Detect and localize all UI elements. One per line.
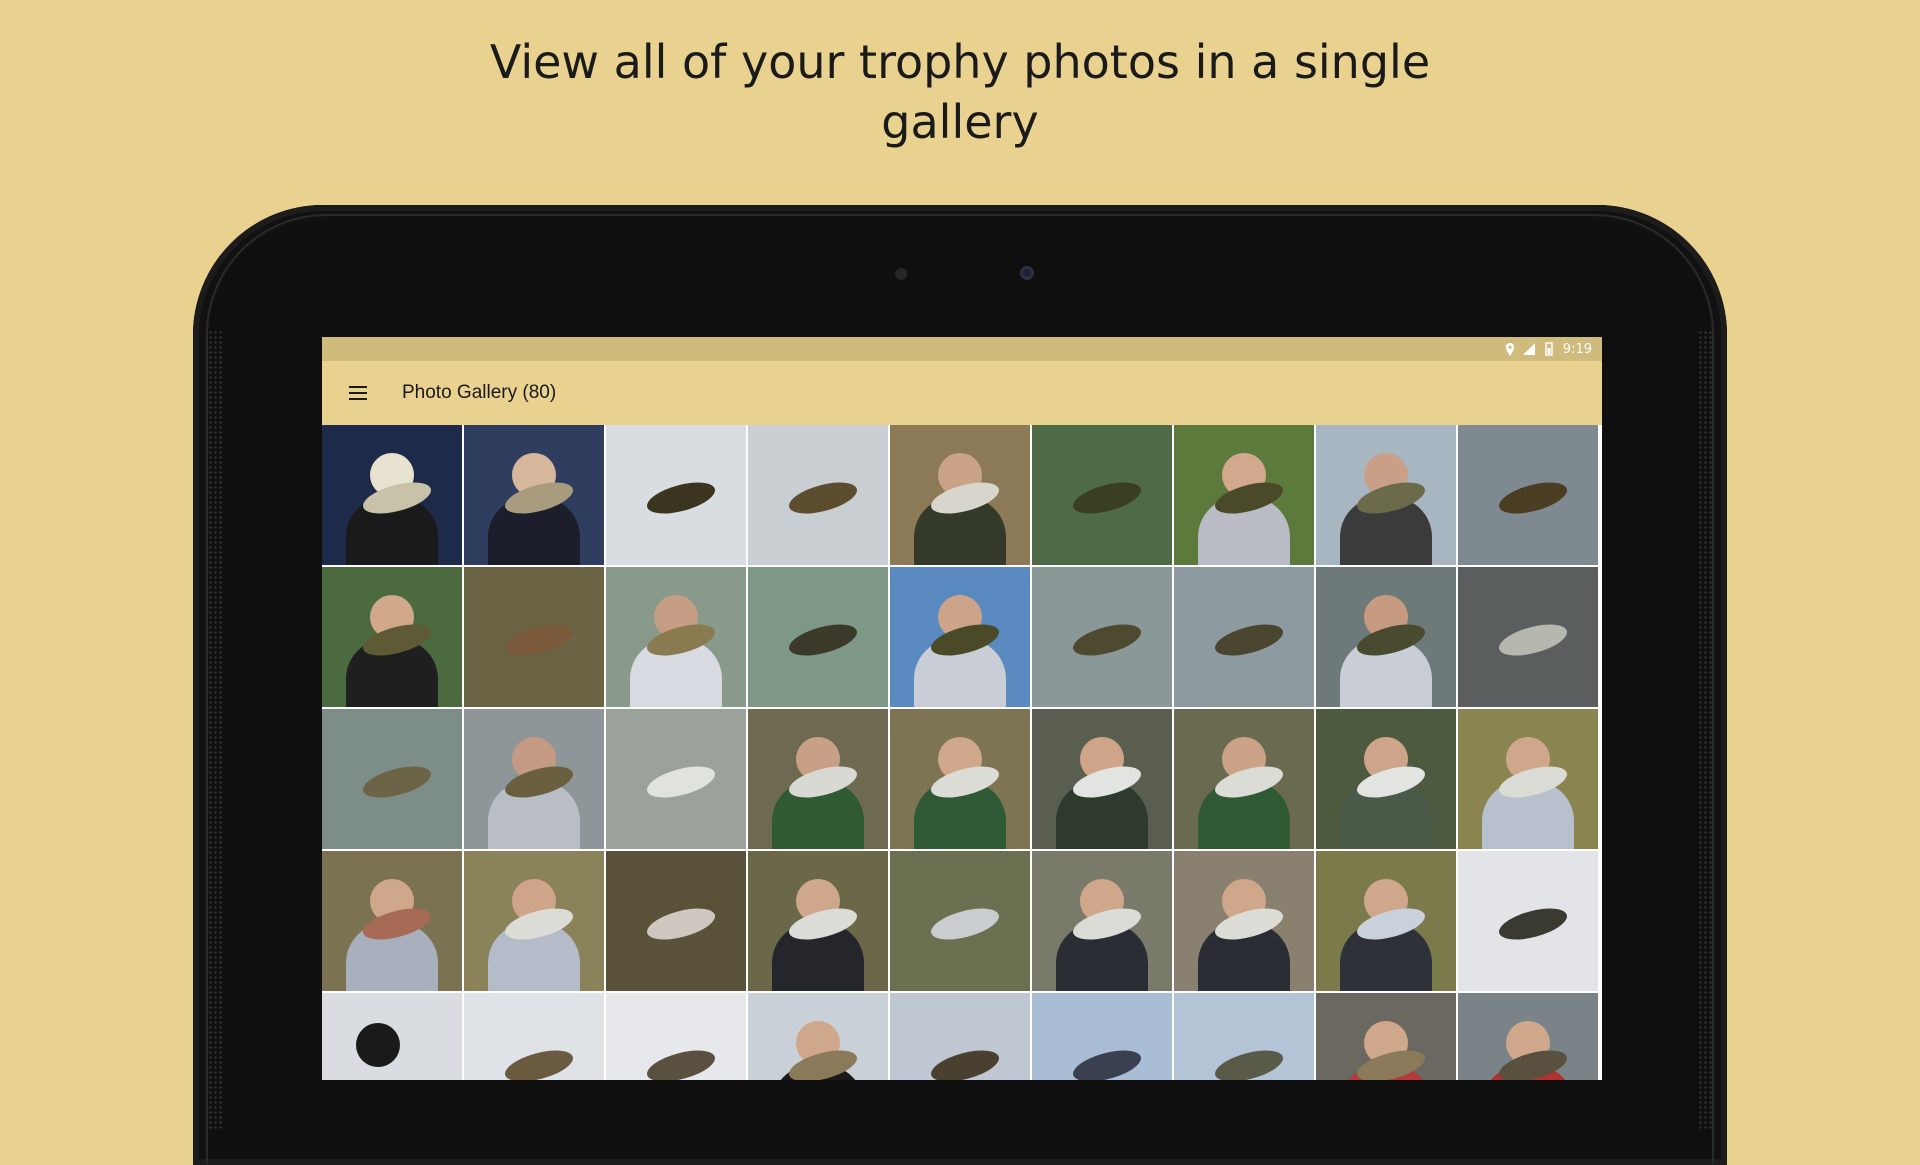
photo-fish bbox=[356, 1023, 400, 1067]
status-bar: 9:19 bbox=[322, 337, 1602, 361]
menu-button[interactable] bbox=[322, 361, 394, 425]
tablet-screen: 9:19 Photo Gallery (80) bbox=[322, 337, 1602, 1080]
gallery-photo-thumbnail[interactable] bbox=[464, 993, 604, 1080]
photo-fish bbox=[785, 618, 861, 662]
gallery-photo-thumbnail[interactable] bbox=[1032, 993, 1172, 1080]
photo-fish bbox=[501, 1044, 577, 1080]
status-time: 9:19 bbox=[1562, 341, 1592, 357]
left-speaker-grille bbox=[208, 330, 222, 1130]
gallery-photo-thumbnail[interactable] bbox=[1032, 425, 1172, 565]
gallery-photo-thumbnail[interactable] bbox=[606, 851, 746, 991]
gallery-photo-thumbnail[interactable] bbox=[1458, 567, 1598, 707]
photo-fish bbox=[1069, 476, 1145, 520]
sensor-dot bbox=[895, 268, 907, 280]
gallery-photo-thumbnail[interactable] bbox=[464, 425, 604, 565]
gallery-photo-thumbnail[interactable] bbox=[464, 851, 604, 991]
headline: View all of your trophy photos in a sing… bbox=[489, 35, 1431, 149]
photo-fish bbox=[643, 902, 719, 946]
gallery-photo-thumbnail[interactable] bbox=[748, 851, 888, 991]
gallery-photo-thumbnail[interactable] bbox=[606, 993, 746, 1080]
gallery-photo-thumbnail[interactable] bbox=[1174, 425, 1314, 565]
gallery-photo-thumbnail[interactable] bbox=[322, 709, 462, 849]
gallery-photo-thumbnail[interactable] bbox=[322, 567, 462, 707]
signal-icon bbox=[1522, 343, 1535, 355]
gallery-photo-thumbnail[interactable] bbox=[1174, 993, 1314, 1080]
gallery-photo-thumbnail[interactable] bbox=[322, 993, 462, 1080]
photo-fish bbox=[1069, 1044, 1145, 1080]
gallery-photo-thumbnail[interactable] bbox=[606, 709, 746, 849]
gallery-photo-thumbnail[interactable] bbox=[1174, 851, 1314, 991]
gallery-photo-thumbnail[interactable] bbox=[1316, 851, 1456, 991]
photo-fish bbox=[501, 618, 577, 662]
gallery-photo-thumbnail[interactable] bbox=[606, 425, 746, 565]
photo-fish bbox=[359, 760, 435, 804]
photo-fish bbox=[785, 476, 861, 520]
front-camera bbox=[1020, 266, 1034, 280]
photo-fish bbox=[643, 1044, 719, 1080]
gallery-photo-thumbnail[interactable] bbox=[890, 425, 1030, 565]
photo-fish bbox=[927, 1044, 1003, 1080]
photo-fish bbox=[927, 902, 1003, 946]
photo-fish bbox=[643, 476, 719, 520]
gallery-photo-thumbnail[interactable] bbox=[322, 425, 462, 565]
gallery-photo-thumbnail[interactable] bbox=[1458, 993, 1598, 1080]
gallery-photo-thumbnail[interactable] bbox=[606, 567, 746, 707]
page-title: Photo Gallery (80) bbox=[402, 382, 557, 403]
gallery-photo-thumbnail[interactable] bbox=[1032, 709, 1172, 849]
photo-fish bbox=[1211, 618, 1287, 662]
gallery-photo-thumbnail[interactable] bbox=[1316, 993, 1456, 1080]
gallery-photo-thumbnail[interactable] bbox=[748, 709, 888, 849]
gallery-photo-thumbnail[interactable] bbox=[748, 993, 888, 1080]
photo-fish bbox=[1211, 1044, 1287, 1080]
gallery-photo-thumbnail[interactable] bbox=[1174, 567, 1314, 707]
gallery-photo-thumbnail[interactable] bbox=[748, 567, 888, 707]
gallery-photo-thumbnail[interactable] bbox=[1032, 567, 1172, 707]
gallery-photo-thumbnail[interactable] bbox=[890, 993, 1030, 1080]
location-icon bbox=[1505, 342, 1514, 356]
gallery-photo-thumbnail[interactable] bbox=[890, 709, 1030, 849]
photo-fish bbox=[1495, 476, 1571, 520]
photo-fish bbox=[1069, 618, 1145, 662]
gallery-photo-thumbnail[interactable] bbox=[1316, 567, 1456, 707]
gallery-photo-thumbnail[interactable] bbox=[1032, 851, 1172, 991]
gallery-photo-thumbnail[interactable] bbox=[1316, 709, 1456, 849]
photo-fish bbox=[643, 760, 719, 804]
app-bar: Photo Gallery (80) bbox=[322, 361, 1602, 425]
gallery-photo-thumbnail[interactable] bbox=[890, 851, 1030, 991]
gallery-photo-thumbnail[interactable] bbox=[1458, 851, 1598, 991]
battery-icon bbox=[1545, 342, 1553, 356]
gallery-photo-thumbnail[interactable] bbox=[890, 567, 1030, 707]
gallery-photo-thumbnail[interactable] bbox=[1174, 709, 1314, 849]
gallery-photo-thumbnail[interactable] bbox=[1458, 709, 1598, 849]
gallery-photo-thumbnail[interactable] bbox=[1458, 425, 1598, 565]
gallery-photo-thumbnail[interactable] bbox=[1316, 425, 1456, 565]
gallery-photo-thumbnail[interactable] bbox=[748, 425, 888, 565]
photo-fish bbox=[1495, 618, 1571, 662]
gallery-photo-thumbnail[interactable] bbox=[464, 567, 604, 707]
gallery-photo-thumbnail[interactable] bbox=[322, 851, 462, 991]
photo-gallery-grid bbox=[322, 425, 1602, 1080]
right-speaker-grille bbox=[1698, 330, 1712, 1130]
photo-fish bbox=[1495, 902, 1571, 946]
gallery-photo-thumbnail[interactable] bbox=[464, 709, 604, 849]
menu-icon bbox=[349, 386, 367, 400]
